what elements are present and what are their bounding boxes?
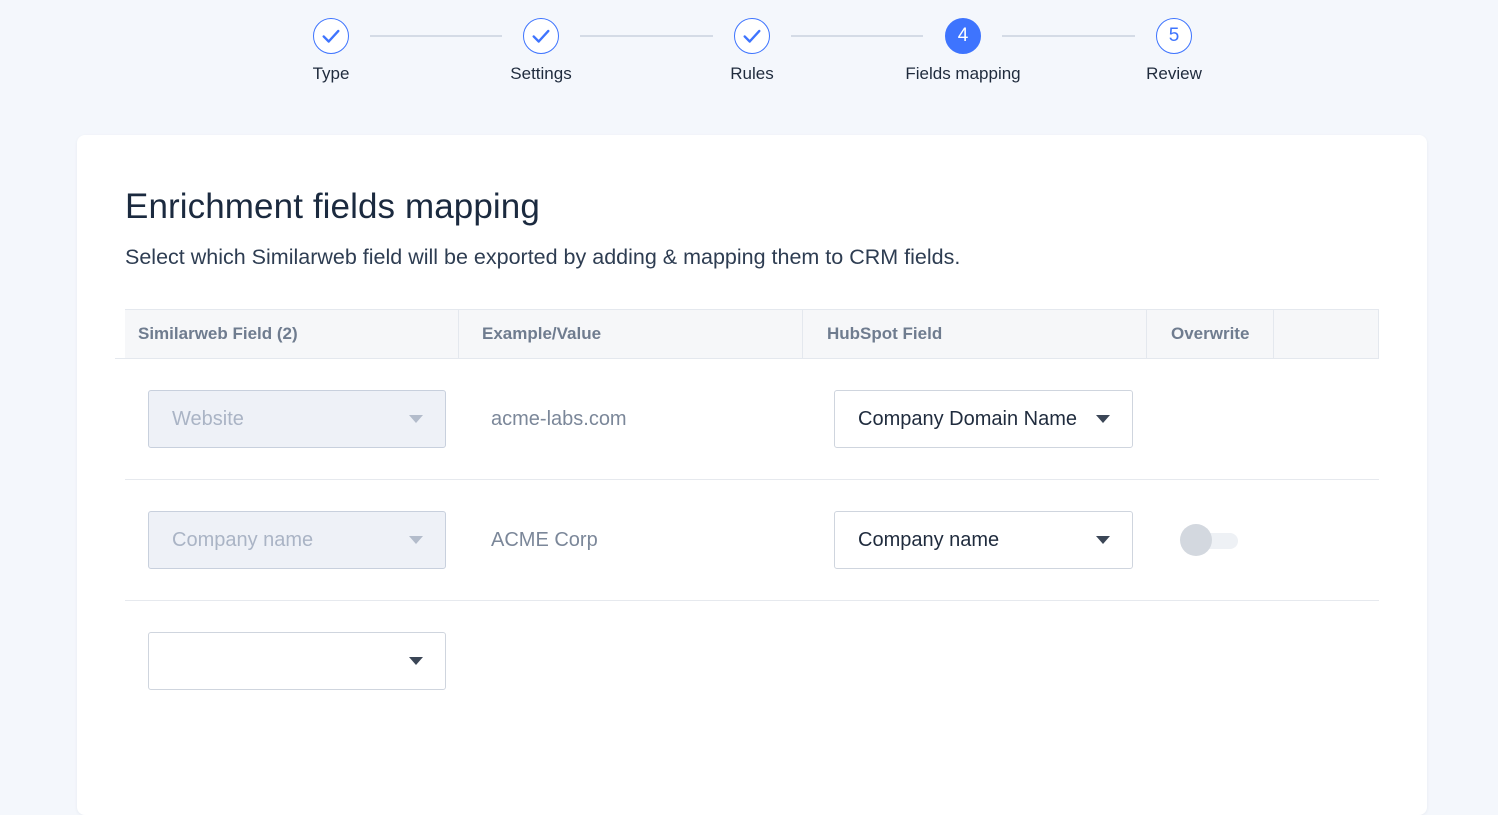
step-circle: 5 [1156, 18, 1192, 54]
column-header-overwrite: Overwrite [1171, 324, 1250, 343]
select-value: Company Domain Name [858, 407, 1077, 430]
toggle-knob [1180, 524, 1212, 556]
column-header-example-value: Example/Value [482, 324, 602, 343]
chevron-down-icon [409, 657, 423, 665]
row-divider [125, 600, 1379, 601]
wizard-stepper: Type Settings Rules 4 Fields mapping 5 R… [0, 0, 1498, 120]
step-label: Type [312, 64, 350, 83]
table-header: Similarweb Field (2) Example/Value HubSp… [125, 309, 1379, 359]
chevron-down-icon [409, 415, 423, 423]
step-label: Fields mapping [905, 64, 1021, 83]
step-label: Rules [730, 64, 774, 83]
select-value: Company name [172, 528, 314, 551]
step-settings[interactable]: Settings [461, 18, 621, 84]
header-divider [115, 358, 1379, 359]
step-circle: 4 [945, 18, 981, 54]
page-title: Enrichment fields mapping [125, 187, 540, 226]
overwrite-toggle[interactable] [1180, 524, 1238, 556]
page-subtitle: Select which Similarweb field will be ex… [125, 245, 961, 269]
example-value: ACME Corp [491, 529, 598, 551]
hubspot-field-select[interactable]: Company Domain Name [834, 390, 1133, 448]
example-value: acme-labs.com [491, 408, 627, 430]
step-rules[interactable]: Rules [672, 18, 832, 84]
step-label: Review [1146, 64, 1202, 83]
step-review[interactable]: 5 Review [1094, 18, 1254, 84]
hubspot-field-select[interactable]: Company name [834, 511, 1133, 569]
chevron-down-icon [1096, 415, 1110, 423]
column-divider [1273, 310, 1274, 358]
step-circle [523, 18, 559, 54]
column-divider [1146, 310, 1147, 358]
step-label: Settings [510, 64, 572, 83]
column-header-similarweb-field: Similarweb Field (2) [138, 324, 298, 343]
column-header-hubspot-field: HubSpot Field [827, 324, 943, 343]
select-value: Website [172, 407, 244, 430]
mapping-card: Enrichment fields mapping Select which S… [77, 135, 1427, 815]
column-divider [802, 310, 803, 358]
select-value: Company name [858, 528, 1000, 551]
chevron-down-icon [1096, 536, 1110, 544]
chevron-down-icon [409, 536, 423, 544]
step-circle [313, 18, 349, 54]
check-icon [322, 29, 340, 43]
step-fields-mapping[interactable]: 4 Fields mapping [883, 18, 1043, 84]
row-divider [125, 479, 1379, 480]
check-icon [532, 29, 550, 43]
column-divider [458, 310, 459, 358]
add-similarweb-field-select[interactable] [148, 632, 446, 690]
check-icon [743, 29, 761, 43]
step-type[interactable]: Type [251, 18, 411, 84]
step-circle [734, 18, 770, 54]
similarweb-field-select: Company name [148, 511, 446, 569]
similarweb-field-select: Website [148, 390, 446, 448]
